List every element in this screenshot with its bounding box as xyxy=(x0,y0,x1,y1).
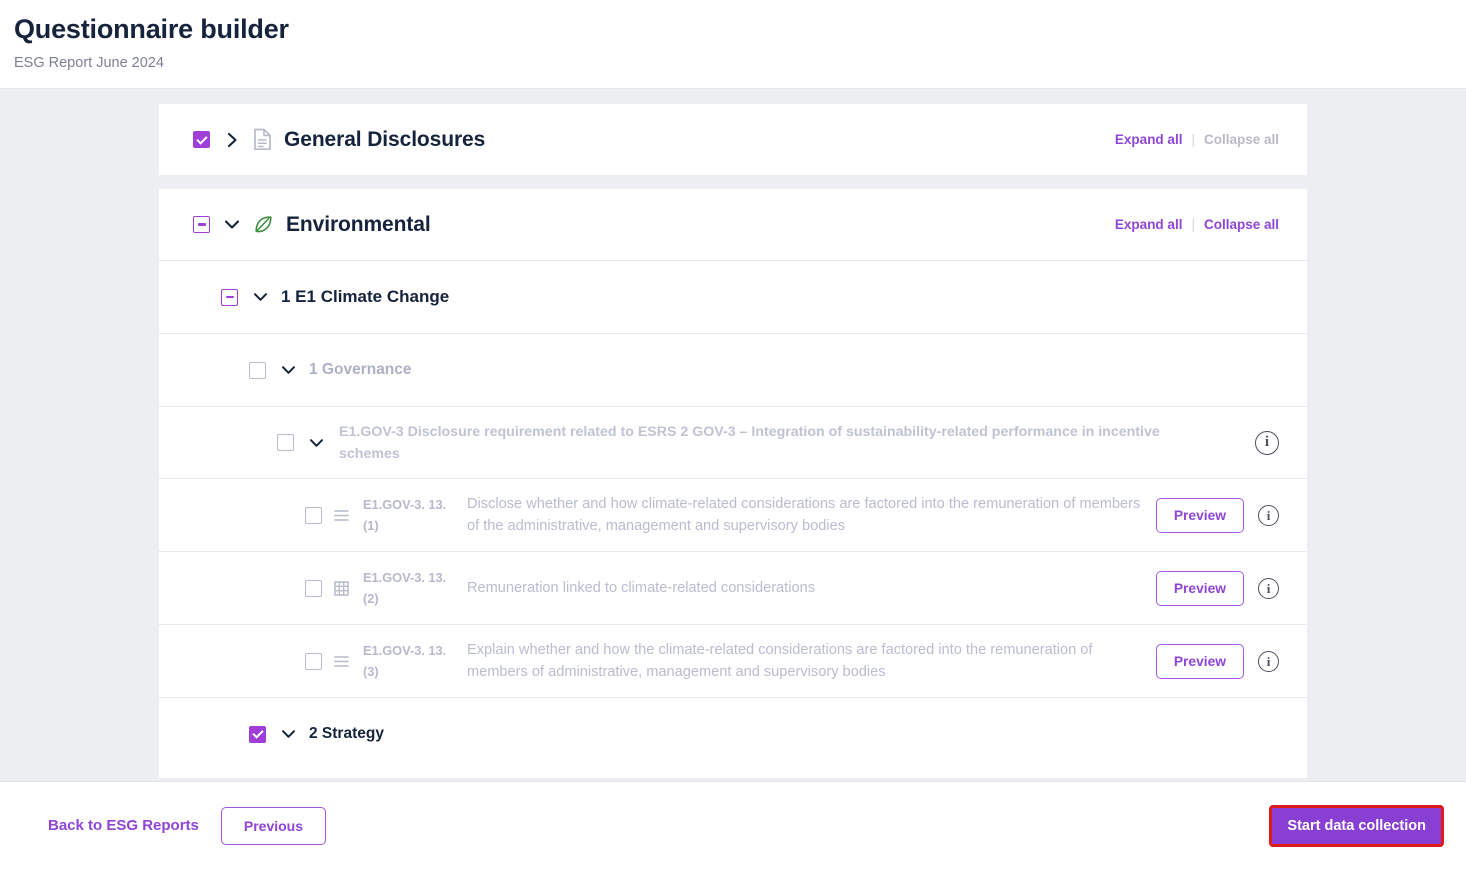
footer-right-actions: Start data collection xyxy=(1269,804,1444,847)
start-data-collection-button[interactable]: Start data collection xyxy=(1269,804,1444,847)
question-text: Remuneration linked to climate-related c… xyxy=(467,580,815,596)
question-checkbox[interactable] xyxy=(305,579,322,597)
link-separator: | xyxy=(1191,132,1195,147)
expand-collapse-controls: Expand all | Collapse all xyxy=(1115,132,1279,147)
leaf-icon xyxy=(253,214,274,235)
section-header-row[interactable]: General Disclosures Expand all | Collaps… xyxy=(159,104,1307,175)
question-code: E1.GOV-3. 13. (2) xyxy=(363,570,447,606)
disclosure-requirement-row[interactable]: E1.GOV-3 Disclosure requirement related … xyxy=(159,406,1307,478)
back-to-esg-reports-link[interactable]: Back to ESG Reports xyxy=(48,817,199,834)
question-row[interactable]: E1.GOV-3. 13. (1) Disclose whether and h… xyxy=(159,478,1307,551)
table-grid-icon xyxy=(333,580,349,596)
question-row[interactable]: E1.GOV-3. 13. (3) Explain whether and ho… xyxy=(159,624,1307,697)
expand-all-link[interactable]: Expand all xyxy=(1115,217,1183,232)
collapse-all-link[interactable]: Collapse all xyxy=(1204,132,1279,147)
collapse-all-link[interactable]: Collapse all xyxy=(1204,217,1279,232)
info-icon[interactable]: i xyxy=(1255,430,1279,455)
chevron-down-icon[interactable] xyxy=(277,723,299,745)
question-actions: Preview i xyxy=(1155,570,1279,606)
document-icon xyxy=(253,128,272,151)
question-actions: Preview i xyxy=(1155,643,1279,679)
questionnaire-scroll-area[interactable]: General Disclosures Expand all | Collaps… xyxy=(0,89,1466,781)
footer-left-actions: Back to ESG Reports Previous xyxy=(48,806,327,845)
section-checkbox-general-disclosures[interactable] xyxy=(193,131,210,148)
chevron-down-icon[interactable] xyxy=(249,286,271,308)
question-checkbox[interactable] xyxy=(305,652,322,670)
question-text: Disclose whether and how climate-related… xyxy=(467,496,1141,534)
info-icon[interactable]: i xyxy=(1258,650,1279,672)
question-checkbox[interactable] xyxy=(305,506,322,524)
topic-row-e1-climate-change[interactable]: 1 E1 Climate Change xyxy=(159,260,1307,333)
preview-button[interactable]: Preview xyxy=(1155,497,1244,533)
preview-button[interactable]: Preview xyxy=(1155,570,1244,606)
previous-button[interactable]: Previous xyxy=(220,806,327,845)
subtopic-checkbox[interactable] xyxy=(249,361,266,379)
disclosure-requirement-label: E1.GOV-3 Disclosure requirement related … xyxy=(339,423,1160,462)
footer-bar: Back to ESG Reports Previous Start data … xyxy=(0,781,1466,869)
question-actions: Preview i xyxy=(1155,497,1279,533)
list-lines-icon xyxy=(333,655,349,668)
list-lines-icon xyxy=(333,509,349,522)
section-checkbox-environmental[interactable] xyxy=(193,216,210,233)
question-code: E1.GOV-3. 13. (3) xyxy=(363,643,447,679)
topic-title: 1 E1 Climate Change xyxy=(281,287,450,306)
subtopic-row-governance[interactable]: 1 Governance xyxy=(159,333,1307,406)
question-text: Explain whether and how the climate-rela… xyxy=(467,642,1093,680)
questionnaire-tree: General Disclosures Expand all | Collaps… xyxy=(159,89,1307,778)
subtopic-title: 2 Strategy xyxy=(309,725,384,742)
chevron-down-icon[interactable] xyxy=(277,359,299,381)
chevron-down-icon[interactable] xyxy=(305,432,327,454)
topic-checkbox[interactable] xyxy=(221,288,238,306)
expand-all-link[interactable]: Expand all xyxy=(1115,132,1183,147)
section-header-row[interactable]: Environmental Expand all | Collapse all xyxy=(159,189,1307,260)
expand-collapse-controls: Expand all | Collapse all xyxy=(1115,217,1279,232)
section-title: General Disclosures xyxy=(284,127,486,151)
subtopic-row-strategy[interactable]: 2 Strategy xyxy=(159,697,1307,770)
subtopic-title: 1 Governance xyxy=(309,361,412,378)
page-header: Questionnaire builder ESG Report June 20… xyxy=(0,0,1466,89)
question-row[interactable]: E1.GOV-3. 13. (2) Remuneration linked to… xyxy=(159,551,1307,624)
disclosure-requirement-checkbox[interactable] xyxy=(277,434,294,451)
question-code: E1.GOV-3. 13. (1) xyxy=(363,497,447,533)
section-environmental: Environmental Expand all | Collapse all xyxy=(159,189,1307,778)
chevron-down-icon[interactable] xyxy=(221,214,243,236)
page-subtitle: ESG Report June 2024 xyxy=(14,55,164,71)
section-title: Environmental xyxy=(286,212,431,236)
info-icon[interactable]: i xyxy=(1258,577,1279,599)
card-bottom-edge xyxy=(159,770,1307,778)
chevron-right-icon[interactable] xyxy=(221,129,243,151)
page-title: Questionnaire builder xyxy=(14,14,289,44)
link-separator: | xyxy=(1191,217,1195,232)
section-general-disclosures: General Disclosures Expand all | Collaps… xyxy=(159,104,1307,175)
subtopic-checkbox[interactable] xyxy=(249,725,266,743)
preview-button[interactable]: Preview xyxy=(1155,643,1244,679)
info-icon[interactable]: i xyxy=(1258,504,1279,526)
